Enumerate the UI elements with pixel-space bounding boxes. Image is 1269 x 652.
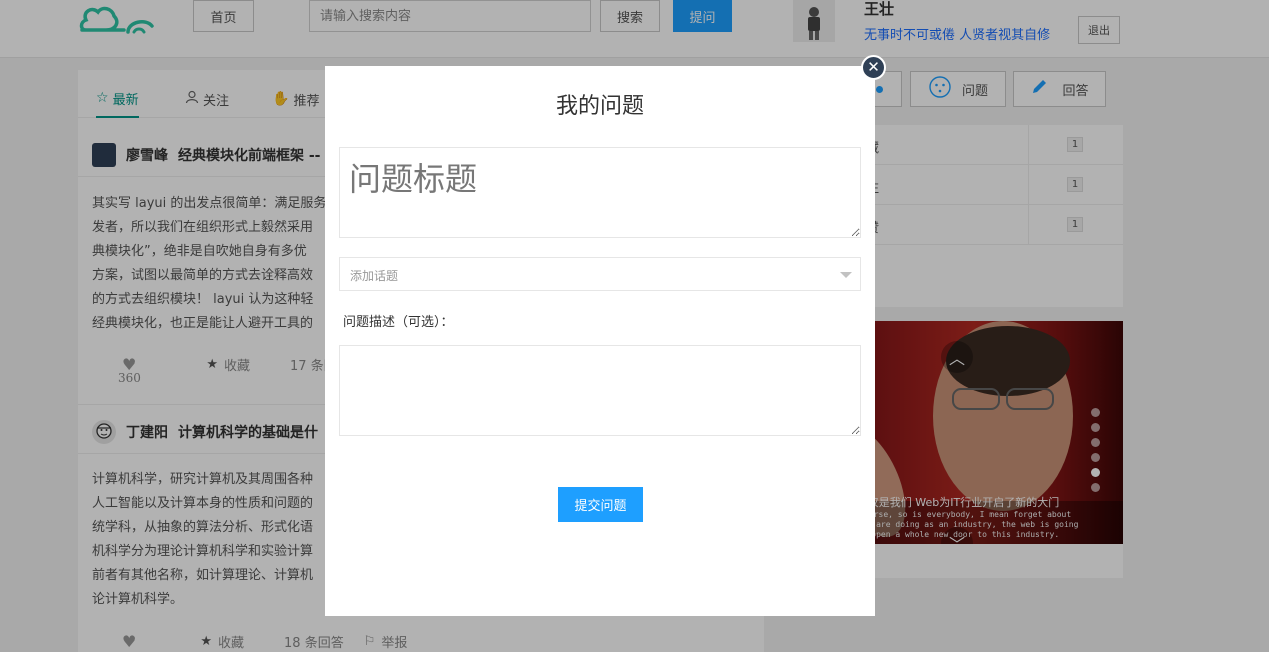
- ask-question-dialog: 我的问题 添加话题 问题描述（可选）： 提交问题: [325, 66, 875, 616]
- submit-question-button[interactable]: 提交问题: [558, 487, 643, 522]
- question-description-input[interactable]: [339, 345, 861, 436]
- description-label: 问题描述（可选）：: [343, 315, 454, 330]
- dialog-title: 我的问题: [555, 94, 644, 119]
- question-title-input[interactable]: [339, 147, 861, 238]
- topic-select[interactable]: 添加话题: [339, 257, 861, 291]
- topic-placeholder: 添加话题: [350, 269, 399, 283]
- chevron-down-icon: [840, 272, 852, 278]
- close-icon[interactable]: ✕: [861, 55, 886, 80]
